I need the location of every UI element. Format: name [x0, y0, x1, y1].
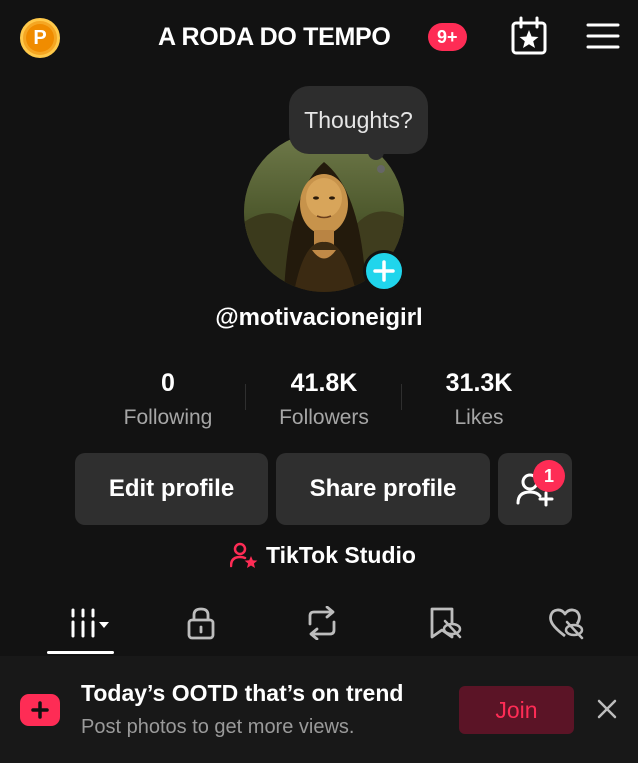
- stat-value: 31.3K: [445, 369, 513, 397]
- tab-private[interactable]: [166, 598, 236, 648]
- active-tab-indicator: [47, 651, 114, 654]
- edit-profile-label: Edit profile: [108, 475, 235, 502]
- share-profile-label: Share profile: [309, 475, 457, 502]
- favorites-hidden-icon: [430, 607, 462, 639]
- stat-label: Followers: [279, 406, 369, 429]
- stat-likes[interactable]: 31.3K Likes: [399, 366, 559, 430]
- profile-display-name[interactable]: A RODA DO TEMPO: [158, 18, 391, 56]
- note-bubble-dot: [377, 165, 385, 173]
- tab-videos[interactable]: [46, 598, 116, 648]
- camera-plus-icon: [20, 694, 60, 726]
- friend-request-badge: 1: [533, 460, 565, 492]
- stat-following[interactable]: 0 Following: [88, 366, 248, 430]
- stat-value: 41.8K: [290, 369, 358, 397]
- notification-badge: 9+: [428, 23, 467, 51]
- stat-followers[interactable]: 41.8K Followers: [244, 366, 404, 430]
- stat-value: 0: [161, 369, 175, 397]
- liked-hidden-icon: [549, 608, 584, 640]
- coins-button[interactable]: P: [20, 18, 60, 58]
- menu-icon[interactable]: [586, 22, 620, 50]
- note-bubble[interactable]: Thoughts?: [289, 86, 428, 154]
- add-friends-button[interactable]: [498, 453, 572, 525]
- join-label: Join: [495, 696, 538, 723]
- coin-icon: P: [26, 24, 54, 52]
- close-icon[interactable]: [596, 698, 618, 720]
- tiktok-studio-link[interactable]: TikTok Studio: [230, 538, 416, 572]
- lock-icon: [187, 607, 215, 640]
- tab-favorites[interactable]: [410, 598, 480, 648]
- tab-reposts[interactable]: [287, 598, 357, 648]
- tiktok-studio-label: TikTok Studio: [266, 541, 416, 568]
- join-button[interactable]: Join: [459, 686, 574, 734]
- repost-icon: [308, 606, 336, 640]
- studio-person-star-icon: [230, 542, 258, 568]
- tab-liked[interactable]: [531, 598, 601, 648]
- edit-profile-button[interactable]: Edit profile: [75, 453, 268, 525]
- share-profile-button[interactable]: Share profile: [276, 453, 490, 525]
- add-story-button[interactable]: [363, 250, 405, 292]
- banner-title: Today’s OOTD that’s on trend: [81, 680, 404, 706]
- plus-icon: [373, 260, 395, 282]
- stat-label: Following: [123, 406, 213, 429]
- calendar-star-icon[interactable]: [510, 16, 548, 56]
- banner-subtitle: Post photos to get more views.: [81, 716, 355, 738]
- stat-label: Likes: [454, 406, 504, 429]
- username: @motivacioneigirl: [215, 304, 423, 331]
- videos-grid-icon: [71, 608, 109, 638]
